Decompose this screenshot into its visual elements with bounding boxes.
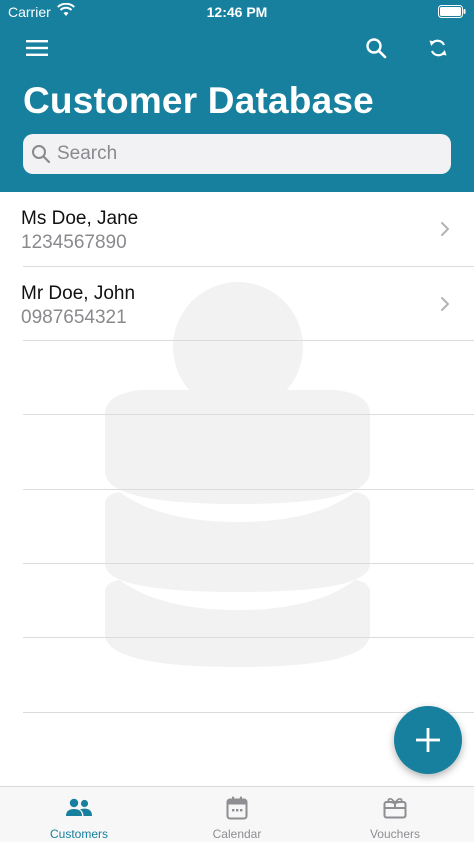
search-input[interactable]	[57, 134, 442, 174]
plus-icon	[416, 728, 440, 752]
menu-button[interactable]	[23, 34, 51, 62]
hamburger-menu-icon	[26, 40, 48, 56]
status-bar: Carrier 12:46 PM	[0, 0, 474, 24]
row-divider	[23, 489, 474, 490]
header: Carrier 12:46 PM Customer Database Searc…	[0, 0, 474, 192]
customer-phone: 0987654321	[21, 307, 127, 328]
clock: 12:46 PM	[206, 4, 268, 20]
chevron-right-icon	[441, 222, 449, 236]
people-icon	[66, 798, 92, 816]
customer-name: Mr Doe, John	[21, 283, 136, 304]
search-bar[interactable]	[23, 134, 451, 174]
search-icon	[32, 145, 51, 164]
search-button[interactable]	[362, 34, 390, 62]
chevron-right-icon	[441, 297, 449, 311]
tab-vouchers[interactable]: Vouchers	[316, 787, 474, 842]
tab-customers[interactable]: Customers	[0, 787, 158, 842]
battery-icon	[438, 5, 466, 18]
row-divider	[23, 563, 474, 564]
tab-label: Calendar	[212, 827, 262, 841]
tab-calendar[interactable]: Calendar	[158, 787, 316, 842]
customer-row[interactable]: Mr Doe, John 0987654321	[0, 267, 474, 341]
add-customer-button[interactable]	[394, 706, 462, 774]
page-title: Customer Database	[23, 80, 374, 121]
magnifier-icon	[366, 38, 387, 59]
sync-button[interactable]	[424, 34, 452, 62]
customer-row[interactable]: Ms Doe, Jane 1234567890	[0, 192, 474, 266]
calendar-icon	[226, 796, 248, 820]
tab-label: Vouchers	[369, 827, 421, 841]
gift-card-icon	[383, 797, 407, 819]
customer-list[interactable]: Ms Doe, Jane 1234567890 Mr Doe, John 098…	[0, 192, 474, 786]
tab-bar: Customers Calendar Vouchers	[0, 786, 474, 842]
customer-phone: 1234567890	[21, 232, 127, 253]
row-divider	[23, 414, 474, 415]
customer-name: Ms Doe, Jane	[21, 208, 139, 229]
sync-arrows-icon	[429, 39, 447, 57]
tab-label: Customers	[49, 827, 108, 841]
row-divider	[23, 637, 474, 638]
row-divider	[23, 340, 474, 341]
